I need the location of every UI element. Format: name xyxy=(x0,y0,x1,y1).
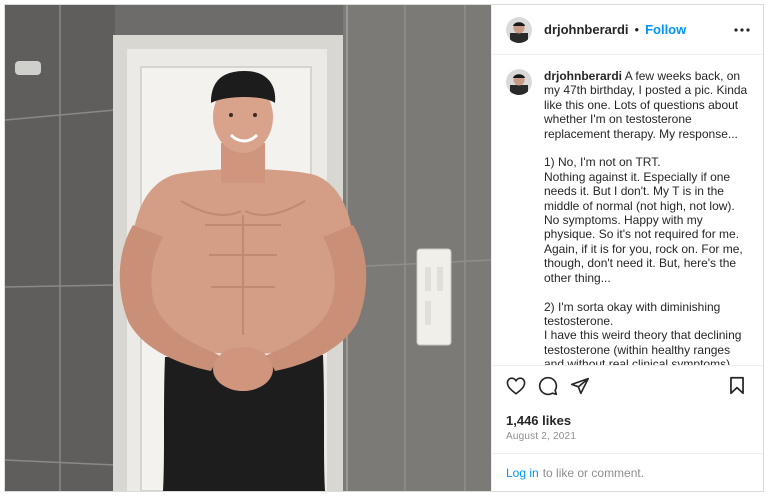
follow-button[interactable]: Follow xyxy=(645,22,686,37)
comment-icon[interactable] xyxy=(534,372,562,400)
header-username[interactable]: drjohnberardi xyxy=(544,22,629,37)
post-header: drjohnberardi • Follow xyxy=(492,5,763,55)
likes-count[interactable]: 1,446 likes xyxy=(492,405,763,429)
separator-dot: • xyxy=(634,22,640,37)
post-modal: drjohnberardi • Follow drjohnberardi A f… xyxy=(4,4,764,492)
post-image xyxy=(5,5,491,491)
caption-avatar[interactable] xyxy=(506,69,532,95)
post-photo[interactable] xyxy=(5,5,491,491)
avatar[interactable] xyxy=(506,16,532,43)
avatar-image xyxy=(506,16,532,43)
login-link[interactable]: Log in xyxy=(506,466,539,480)
heart-icon[interactable] xyxy=(502,372,530,400)
action-bar xyxy=(492,365,763,405)
caption-text: A few weeks back, on my 47th birthday, I… xyxy=(544,69,748,365)
more-horizontal-icon[interactable] xyxy=(733,21,751,39)
caption-area: drjohnberardi A few weeks back, on my 47… xyxy=(492,55,763,365)
caption-username[interactable]: drjohnberardi xyxy=(544,69,622,83)
bookmark-icon[interactable] xyxy=(723,372,751,400)
post-date[interactable]: August 2, 2021 xyxy=(492,429,763,453)
caption-avatar-image xyxy=(506,69,532,95)
login-bar: Log in to like or comment. xyxy=(492,453,763,491)
post-caption: drjohnberardi A few weeks back, on my 47… xyxy=(544,69,748,365)
post-sidebar: drjohnberardi • Follow drjohnberardi A f… xyxy=(491,5,763,491)
share-icon[interactable] xyxy=(566,372,594,400)
login-prompt: to like or comment. xyxy=(542,465,645,480)
